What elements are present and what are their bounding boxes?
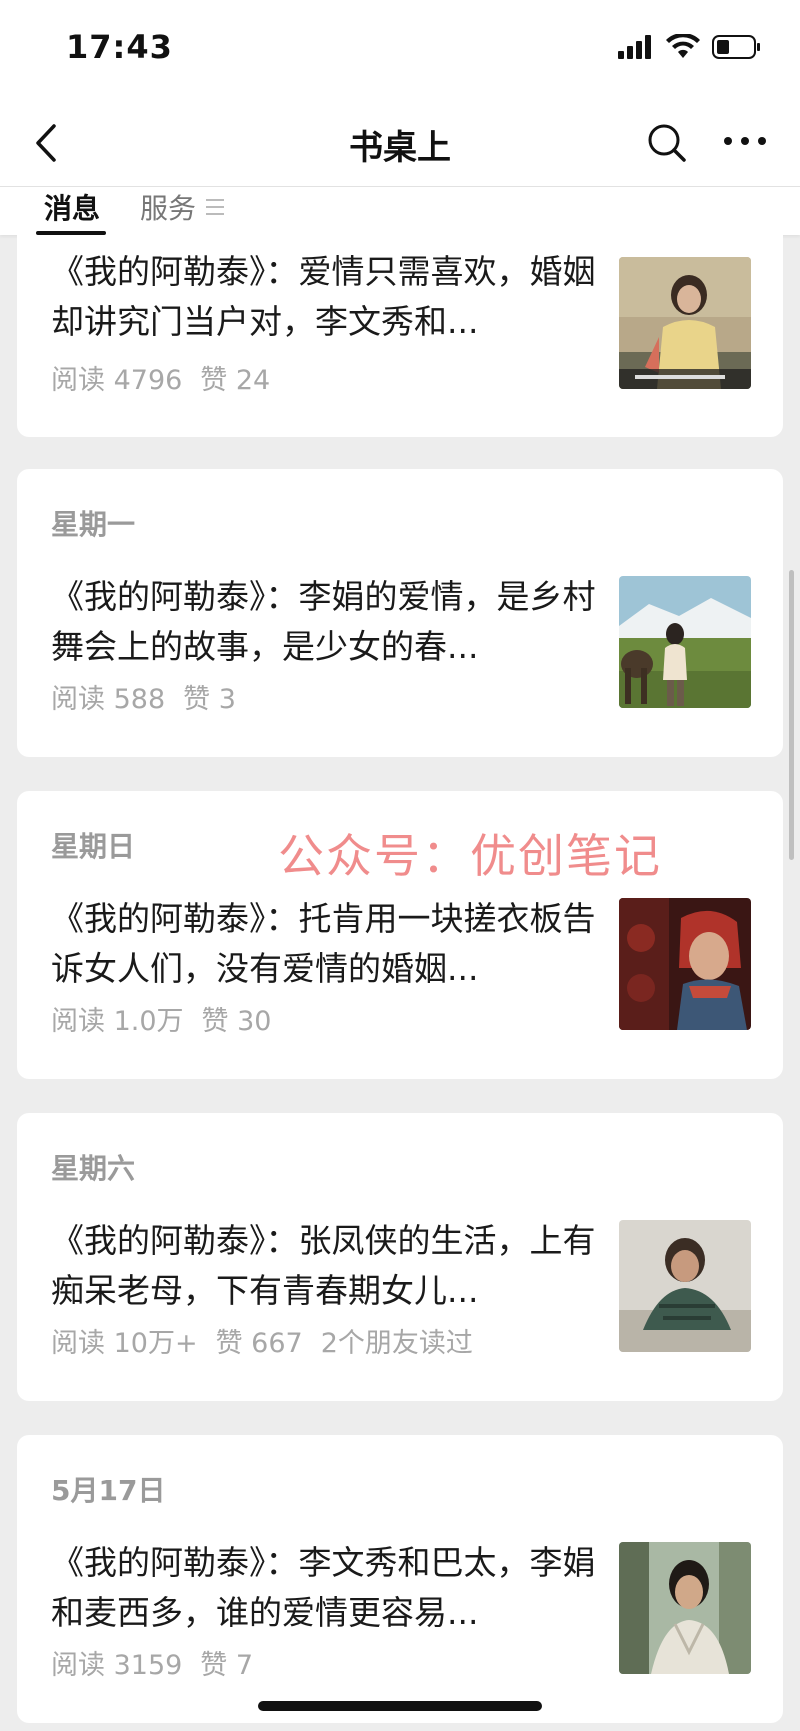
search-icon	[648, 124, 686, 162]
young-man-photo	[619, 1542, 751, 1674]
like-count: 赞 30	[201, 1006, 272, 1037]
article-card[interactable]: 星期一 《我的阿勒泰》：李娟的爱情，是乡村舞会上的故事，是少女的春... 阅读 …	[17, 469, 783, 757]
watermark-text: 公众号：优创笔记	[278, 829, 662, 883]
battery-icon	[712, 35, 760, 59]
woman-in-field-photo	[619, 257, 751, 389]
status-icons	[618, 34, 762, 60]
wifi-icon	[666, 34, 700, 58]
like-count: 赞 3	[183, 684, 236, 715]
tab-services-label: 服务	[140, 192, 197, 225]
article-thumbnail[interactable]	[619, 898, 751, 1030]
article-title[interactable]: 《我的阿勒泰》：张凤侠的生活，上有痴呆老母，下有青春期女儿...	[51, 1216, 611, 1316]
read-count: 阅读 4796	[51, 365, 183, 396]
status-bar: 17:43	[0, 0, 800, 100]
article-thumbnail[interactable]	[619, 1220, 751, 1352]
signal-icon	[618, 35, 651, 59]
article-meta: 阅读 1.0万 赞 30	[51, 999, 271, 1038]
article-title[interactable]: 《我的阿勒泰》：托肯用一块搓衣板告诉女人们，没有爱情的婚姻...	[51, 894, 611, 994]
read-count: 阅读 10万+	[51, 1328, 198, 1359]
article-card[interactable]: 星期六 《我的阿勒泰》：张凤侠的生活，上有痴呆老母，下有青春期女儿... 阅读 …	[17, 1113, 783, 1401]
article-title[interactable]: 《我的阿勒泰》：李娟的爱情，是乡村舞会上的故事，是少女的春...	[51, 572, 611, 672]
article-thumbnail[interactable]	[619, 576, 751, 708]
tab-services[interactable]: 服务	[140, 187, 225, 227]
article-card[interactable]: 5月17日 《我的阿勒泰》：李文秀和巴太，李娟和麦西多，谁的爱情更容易... 阅…	[17, 1435, 783, 1723]
status-time: 17:43	[66, 28, 173, 66]
article-title[interactable]: 《我的阿勒泰》：爱情只需喜欢，婚姻却讲究门当户对，李文秀和...	[51, 247, 611, 347]
read-count: 阅读 3159	[51, 1650, 183, 1681]
article-date: 星期六	[51, 1152, 136, 1185]
more-button[interactable]	[720, 126, 770, 156]
article-date: 星期日	[51, 830, 136, 863]
article-thumbnail[interactable]	[619, 1542, 751, 1674]
smiling-woman-photo	[619, 1220, 751, 1352]
article-meta: 阅读 4796 赞 24	[51, 358, 270, 397]
article-date: 星期一	[51, 508, 136, 541]
like-count: 赞 667	[215, 1328, 303, 1359]
friends-read: 2个朋友读过	[320, 1328, 473, 1359]
message-feed[interactable]: 《我的阿勒泰》：爱情只需喜欢，婚姻却讲究门当户对，李文秀和... 阅读 4796…	[0, 235, 800, 1731]
read-count: 阅读 588	[51, 684, 166, 715]
article-date: 5月17日	[51, 1474, 166, 1507]
tab-bar: 消息 服务	[0, 187, 800, 235]
woman-with-headscarf-photo	[619, 898, 751, 1030]
navigation-bar: 书桌上	[0, 100, 800, 187]
article-meta: 阅读 10万+ 赞 667 2个朋友读过	[51, 1321, 473, 1360]
home-indicator[interactable]	[258, 1701, 542, 1711]
read-count: 阅读 1.0万	[51, 1006, 184, 1037]
tab-messages[interactable]: 消息	[44, 187, 100, 227]
article-meta: 阅读 588 赞 3	[51, 677, 236, 716]
more-dots-icon	[724, 137, 766, 145]
article-title[interactable]: 《我的阿勒泰》：李文秀和巴太，李娟和麦西多，谁的爱情更容易...	[51, 1538, 611, 1638]
article-card[interactable]: 《我的阿勒泰》：爱情只需喜欢，婚姻却讲究门当户对，李文秀和... 阅读 4796…	[17, 235, 783, 437]
horse-and-rider-photo	[619, 576, 751, 708]
article-thumbnail[interactable]	[619, 257, 751, 389]
article-meta: 阅读 3159 赞 7	[51, 1643, 253, 1682]
like-count: 赞 7	[200, 1650, 254, 1681]
menu-icon	[206, 199, 225, 215]
scrollbar[interactable]	[789, 570, 794, 860]
search-button[interactable]	[644, 120, 690, 166]
like-count: 赞 24	[200, 365, 271, 396]
